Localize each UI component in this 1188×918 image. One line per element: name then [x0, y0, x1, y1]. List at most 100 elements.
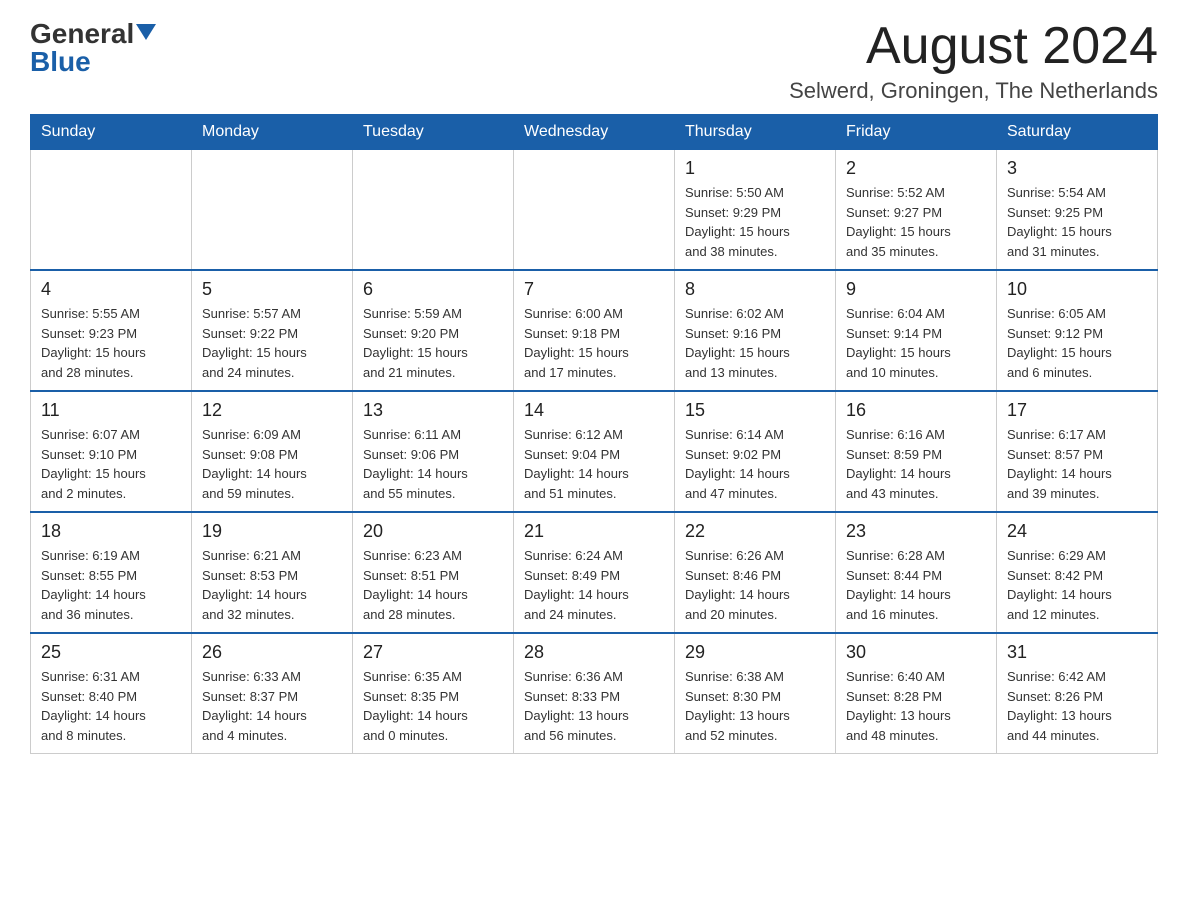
calendar-cell: 6Sunrise: 5:59 AM Sunset: 9:20 PM Daylig…: [353, 270, 514, 391]
day-number: 8: [685, 279, 825, 300]
day-info: Sunrise: 6:05 AM Sunset: 9:12 PM Dayligh…: [1007, 304, 1147, 382]
calendar-cell: 3 Sunrise: 5:54 AM Sunset: 9:25 PM Daylig…: [997, 150, 1158, 271]
calendar-cell: 24 Sunrise: 6:29 AM Sunset: 8:42 PM Dayli…: [997, 512, 1158, 633]
day-number: 29: [685, 642, 825, 663]
day-info: Sunrise: 5:52 AM Sunset: 9:27 PM Dayligh…: [846, 183, 986, 261]
calendar-cell: [514, 150, 675, 271]
day-info: Sunrise: 6:21 AM Sunset: 8:53 PM Dayligh…: [202, 546, 342, 624]
day-number: 14: [524, 400, 664, 421]
day-info: Sunrise: 5:54 AM Sunset: 9:25 PM Dayligh…: [1007, 183, 1147, 261]
day-info: Sunrise: 6:26 AM Sunset: 8:46 PM Dayligh…: [685, 546, 825, 624]
calendar-cell: [353, 150, 514, 271]
title-area: August 2024 Selwerd, Groningen, The Neth…: [789, 20, 1158, 104]
calendar-cell: 13 Sunrise: 6:11 AM Sunset: 9:06 PM Dayli…: [353, 391, 514, 512]
day-info: Sunrise: 6:11 AM Sunset: 9:06 PM Dayligh…: [363, 425, 503, 503]
day-number: 23: [846, 521, 986, 542]
calendar-week-row-3: 11Sunrise: 6:07 AM Sunset: 9:10 PM Dayli…: [31, 391, 1158, 512]
calendar-cell: 31 Sunrise: 6:42 AM Sunset: 8:26 PM Dayli…: [997, 633, 1158, 754]
day-info: Sunrise: 6:02 AM Sunset: 9:16 PM Dayligh…: [685, 304, 825, 382]
day-number: 18: [41, 521, 181, 542]
calendar-table: SundayMondayTuesdayWednesdayThursdayFrid…: [30, 114, 1158, 754]
day-number: 21: [524, 521, 664, 542]
day-number: 28: [524, 642, 664, 663]
calendar-cell: 30Sunrise: 6:40 AM Sunset: 8:28 PM Dayli…: [836, 633, 997, 754]
location-title: Selwerd, Groningen, The Netherlands: [789, 78, 1158, 104]
calendar-cell: 15 Sunrise: 6:14 AM Sunset: 9:02 PM Dayli…: [675, 391, 836, 512]
day-number: 31: [1007, 642, 1147, 663]
calendar-cell: 23Sunrise: 6:28 AM Sunset: 8:44 PM Dayli…: [836, 512, 997, 633]
day-info: Sunrise: 6:31 AM Sunset: 8:40 PM Dayligh…: [41, 667, 181, 745]
day-number: 3: [1007, 158, 1147, 179]
weekday-header-monday: Monday: [192, 115, 353, 150]
calendar-cell: 8 Sunrise: 6:02 AM Sunset: 9:16 PM Daylig…: [675, 270, 836, 391]
day-info: Sunrise: 6:40 AM Sunset: 8:28 PM Dayligh…: [846, 667, 986, 745]
calendar-cell: 19 Sunrise: 6:21 AM Sunset: 8:53 PM Dayli…: [192, 512, 353, 633]
day-info: Sunrise: 6:17 AM Sunset: 8:57 PM Dayligh…: [1007, 425, 1147, 503]
calendar-week-row-2: 4Sunrise: 5:55 AM Sunset: 9:23 PM Daylig…: [31, 270, 1158, 391]
calendar-cell: 10Sunrise: 6:05 AM Sunset: 9:12 PM Dayli…: [997, 270, 1158, 391]
day-info: Sunrise: 6:14 AM Sunset: 9:02 PM Dayligh…: [685, 425, 825, 503]
day-info: Sunrise: 6:29 AM Sunset: 8:42 PM Dayligh…: [1007, 546, 1147, 624]
day-number: 27: [363, 642, 503, 663]
calendar-cell: 22 Sunrise: 6:26 AM Sunset: 8:46 PM Dayli…: [675, 512, 836, 633]
calendar-cell: 5 Sunrise: 5:57 AM Sunset: 9:22 PM Daylig…: [192, 270, 353, 391]
calendar-cell: 25Sunrise: 6:31 AM Sunset: 8:40 PM Dayli…: [31, 633, 192, 754]
weekday-header-sunday: Sunday: [31, 115, 192, 150]
calendar-cell: 1 Sunrise: 5:50 AM Sunset: 9:29 PM Daylig…: [675, 150, 836, 271]
calendar-cell: 7Sunrise: 6:00 AM Sunset: 9:18 PM Daylig…: [514, 270, 675, 391]
calendar-cell: 2Sunrise: 5:52 AM Sunset: 9:27 PM Daylig…: [836, 150, 997, 271]
calendar-cell: [192, 150, 353, 271]
calendar-cell: 27Sunrise: 6:35 AM Sunset: 8:35 PM Dayli…: [353, 633, 514, 754]
day-info: Sunrise: 5:57 AM Sunset: 9:22 PM Dayligh…: [202, 304, 342, 382]
day-number: 5: [202, 279, 342, 300]
calendar-cell: 21 Sunrise: 6:24 AM Sunset: 8:49 PM Dayli…: [514, 512, 675, 633]
logo-blue-text: Blue: [30, 48, 91, 76]
calendar-cell: 28 Sunrise: 6:36 AM Sunset: 8:33 PM Dayli…: [514, 633, 675, 754]
day-info: Sunrise: 6:33 AM Sunset: 8:37 PM Dayligh…: [202, 667, 342, 745]
page-header: General Blue August 2024 Selwerd, Gronin…: [30, 20, 1158, 104]
calendar-cell: 17 Sunrise: 6:17 AM Sunset: 8:57 PM Dayli…: [997, 391, 1158, 512]
weekday-header-thursday: Thursday: [675, 115, 836, 150]
day-number: 17: [1007, 400, 1147, 421]
calendar-cell: 12 Sunrise: 6:09 AM Sunset: 9:08 PM Dayli…: [192, 391, 353, 512]
day-info: Sunrise: 6:19 AM Sunset: 8:55 PM Dayligh…: [41, 546, 181, 624]
day-number: 7: [524, 279, 664, 300]
day-number: 12: [202, 400, 342, 421]
calendar-week-row-4: 18 Sunrise: 6:19 AM Sunset: 8:55 PM Dayli…: [31, 512, 1158, 633]
day-info: Sunrise: 6:07 AM Sunset: 9:10 PM Dayligh…: [41, 425, 181, 503]
day-info: Sunrise: 5:55 AM Sunset: 9:23 PM Dayligh…: [41, 304, 181, 382]
day-number: 1: [685, 158, 825, 179]
calendar-cell: 16Sunrise: 6:16 AM Sunset: 8:59 PM Dayli…: [836, 391, 997, 512]
day-info: Sunrise: 5:50 AM Sunset: 9:29 PM Dayligh…: [685, 183, 825, 261]
day-info: Sunrise: 6:36 AM Sunset: 8:33 PM Dayligh…: [524, 667, 664, 745]
calendar-week-row-1: 1 Sunrise: 5:50 AM Sunset: 9:29 PM Daylig…: [31, 150, 1158, 271]
day-info: Sunrise: 6:42 AM Sunset: 8:26 PM Dayligh…: [1007, 667, 1147, 745]
day-info: Sunrise: 6:16 AM Sunset: 8:59 PM Dayligh…: [846, 425, 986, 503]
day-info: Sunrise: 6:24 AM Sunset: 8:49 PM Dayligh…: [524, 546, 664, 624]
day-number: 24: [1007, 521, 1147, 542]
day-number: 22: [685, 521, 825, 542]
day-number: 19: [202, 521, 342, 542]
weekday-header-row: SundayMondayTuesdayWednesdayThursdayFrid…: [31, 115, 1158, 150]
weekday-header-saturday: Saturday: [997, 115, 1158, 150]
calendar-cell: 20Sunrise: 6:23 AM Sunset: 8:51 PM Dayli…: [353, 512, 514, 633]
logo-triangle-icon: [136, 24, 156, 40]
day-info: Sunrise: 6:04 AM Sunset: 9:14 PM Dayligh…: [846, 304, 986, 382]
day-number: 6: [363, 279, 503, 300]
day-info: Sunrise: 6:09 AM Sunset: 9:08 PM Dayligh…: [202, 425, 342, 503]
day-number: 20: [363, 521, 503, 542]
calendar-cell: 14Sunrise: 6:12 AM Sunset: 9:04 PM Dayli…: [514, 391, 675, 512]
calendar-cell: 26 Sunrise: 6:33 AM Sunset: 8:37 PM Dayli…: [192, 633, 353, 754]
day-number: 9: [846, 279, 986, 300]
weekday-header-tuesday: Tuesday: [353, 115, 514, 150]
day-number: 15: [685, 400, 825, 421]
day-number: 26: [202, 642, 342, 663]
calendar-cell: [31, 150, 192, 271]
calendar-week-row-5: 25Sunrise: 6:31 AM Sunset: 8:40 PM Dayli…: [31, 633, 1158, 754]
calendar-cell: 4Sunrise: 5:55 AM Sunset: 9:23 PM Daylig…: [31, 270, 192, 391]
day-number: 13: [363, 400, 503, 421]
weekday-header-wednesday: Wednesday: [514, 115, 675, 150]
calendar-cell: 9 Sunrise: 6:04 AM Sunset: 9:14 PM Daylig…: [836, 270, 997, 391]
logo-general-text: General: [30, 20, 134, 48]
calendar-cell: 29Sunrise: 6:38 AM Sunset: 8:30 PM Dayli…: [675, 633, 836, 754]
